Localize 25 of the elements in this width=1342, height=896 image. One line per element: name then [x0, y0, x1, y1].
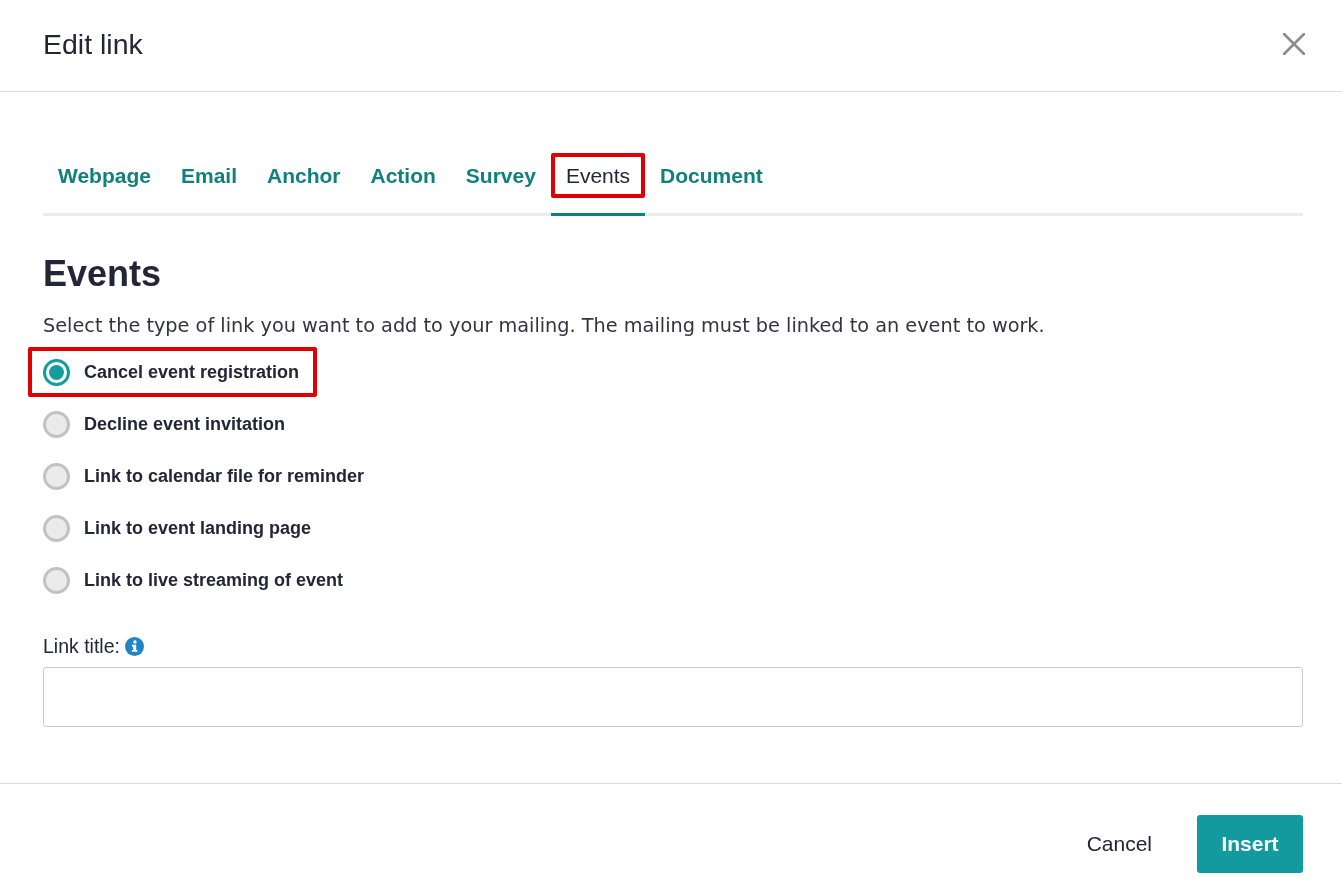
input-field[interactable]	[43, 667, 1303, 727]
cancel-button[interactable]: Cancel	[1071, 814, 1167, 873]
radio-option[interactable]: Link to live streaming of event	[43, 559, 344, 601]
radio-option[interactable]: Decline event invitation	[43, 403, 286, 445]
section-description: Select the type of link you want to add to your mailing. The mailing must be linked to an event to work.	[43, 313, 1045, 339]
radio-option[interactable]: Link to calendar file for reminder	[43, 455, 365, 497]
tab[interactable]: Email	[169, 157, 248, 194]
radio-icon[interactable]	[43, 358, 70, 386]
field-label: Link title:	[43, 634, 120, 658]
radio-icon[interactable]	[43, 462, 70, 490]
section-heading: Events	[43, 252, 162, 296]
tab[interactable]: Webpage	[47, 157, 162, 194]
radio-icon[interactable]	[43, 410, 70, 438]
tab[interactable]: Survey	[454, 157, 547, 194]
tab[interactable]: Events	[554, 157, 642, 194]
radio-icon[interactable]	[43, 514, 70, 542]
radio-option[interactable]: Cancel event registration	[43, 351, 300, 393]
tab[interactable]: Document	[649, 157, 774, 194]
radio-option[interactable]: Link to event landing page	[43, 507, 312, 549]
tab[interactable]: Anchor	[256, 157, 352, 194]
dialog-title: Edit link	[43, 26, 143, 62]
close-icon[interactable]	[1283, 32, 1305, 55]
tab[interactable]: Action	[359, 157, 447, 194]
info-icon[interactable]	[124, 636, 144, 656]
radio-icon[interactable]	[43, 566, 70, 594]
